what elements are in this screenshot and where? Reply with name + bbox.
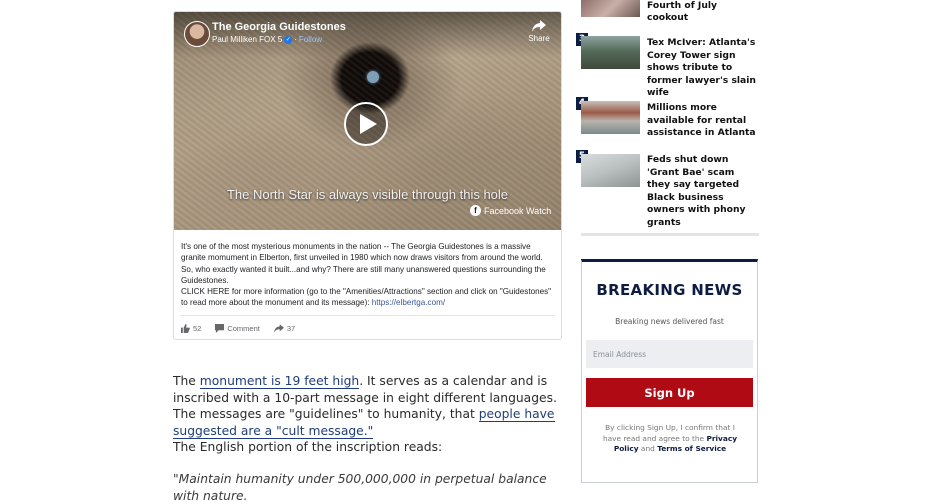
description-more: CLICK HERE for more information (go to t…: [181, 286, 556, 309]
share-count: 37: [286, 324, 296, 333]
article-paragraph: The English portion of the inscription r…: [173, 440, 443, 454]
elbertga-link[interactable]: https://elbertga.com/: [372, 298, 445, 307]
legal-text: and: [638, 444, 658, 453]
video-author-line: Paul Milliken FOX 5 ✓ · Follow: [212, 35, 322, 44]
play-icon: [360, 114, 377, 134]
facebook-watch-link[interactable]: f Facebook Watch: [470, 205, 551, 216]
text-run: The: [173, 374, 200, 388]
story-thumbnail[interactable]: [581, 36, 640, 69]
description-text: It's one of the most mysterious monument…: [181, 242, 546, 285]
like-count: 52: [193, 324, 202, 333]
share-button[interactable]: Share: [526, 20, 552, 43]
video-description: It's one of the most mysterious monument…: [181, 241, 556, 309]
separator-dot: ·: [294, 35, 297, 44]
video-caption: The North Star is always visible through…: [226, 187, 509, 202]
avatar[interactable]: [184, 21, 210, 47]
video-author[interactable]: Paul Milliken FOX 5: [212, 35, 282, 44]
story-thumbnail[interactable]: [581, 0, 640, 17]
reaction-bar: 52 Comment 37: [181, 324, 295, 333]
play-button[interactable]: [344, 102, 388, 146]
verified-icon: ✓: [284, 35, 293, 44]
story-title[interactable]: Georgia jail have Fourth of July cookout: [647, 0, 757, 25]
video-player[interactable]: The Georgia Guidestones Paul Milliken FO…: [174, 12, 561, 230]
story-title[interactable]: Feds shut down 'Grant Bae' scam they say…: [647, 154, 757, 229]
share-count-button[interactable]: 37: [273, 324, 296, 333]
share-arrow-icon: [273, 324, 284, 333]
article-quote: "Maintain humanity under 500,000,000 in …: [173, 472, 547, 503]
share-icon: [532, 20, 546, 32]
breaking-news-subtitle: Breaking news delivered fast: [615, 317, 724, 326]
sign-up-button[interactable]: Sign Up: [586, 378, 753, 407]
rail-divider: [581, 233, 759, 236]
description-cta: CLICK HERE for more information (go to t…: [181, 287, 552, 308]
terms-of-service-link[interactable]: Terms of Service: [657, 444, 726, 453]
facebook-icon: f: [470, 205, 481, 216]
article-paragraph: The monument is 19 feet high. It serves …: [173, 373, 565, 439]
facebook-video-embed: The Georgia Guidestones Paul Milliken FO…: [173, 11, 562, 340]
divider: [180, 315, 555, 316]
signup-legal-text: By clicking Sign Up, I confirm that I ha…: [600, 423, 740, 455]
like-button[interactable]: 52: [181, 324, 201, 333]
video-title[interactable]: The Georgia Guidestones: [212, 21, 346, 33]
follow-link[interactable]: Follow: [299, 35, 322, 44]
share-label: Share: [528, 34, 550, 43]
comment-button[interactable]: Comment: [215, 324, 260, 333]
story-title[interactable]: Tex McIver: Atlanta's Corey Tower sign s…: [647, 37, 757, 100]
monument-height-link[interactable]: monument is 19 feet high: [199, 374, 360, 389]
comment-icon: [215, 324, 225, 333]
thumbs-up-icon: [181, 324, 190, 333]
north-star-light: [367, 71, 379, 83]
facebook-watch-label: Facebook Watch: [484, 205, 552, 216]
story-title[interactable]: Millions more available for rental assis…: [647, 102, 757, 140]
story-thumbnail[interactable]: [581, 154, 640, 187]
breaking-news-signup: BREAKING NEWS Breaking news delivered fa…: [581, 259, 758, 483]
story-thumbnail[interactable]: [581, 101, 640, 134]
comment-label: Comment: [227, 324, 260, 333]
breaking-news-title: BREAKING NEWS: [596, 281, 743, 299]
email-field[interactable]: [586, 340, 753, 368]
